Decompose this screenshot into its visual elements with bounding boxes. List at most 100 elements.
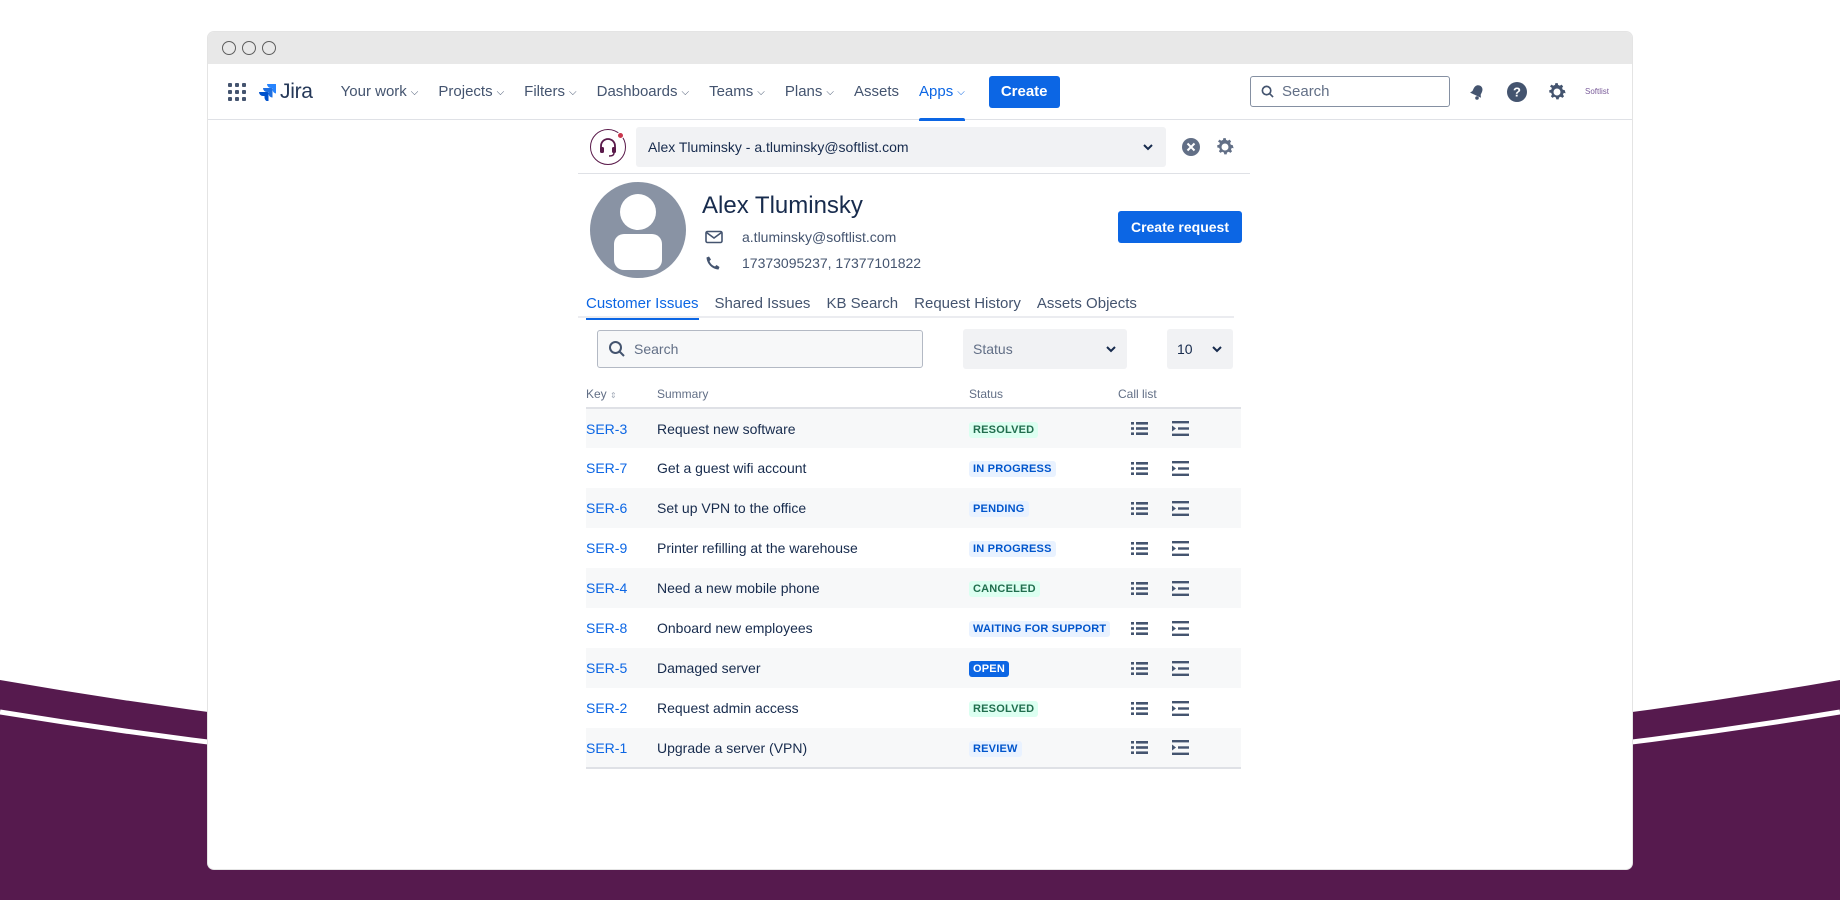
issue-summary-cell: Damaged server <box>657 648 969 688</box>
column-header-key[interactable]: Key ⇕ <box>586 381 657 409</box>
customer-email-line: a.tluminsky@softlist.com <box>702 224 921 250</box>
view-call-list-icon[interactable] <box>1130 739 1149 756</box>
tab-request-history[interactable]: Request History <box>914 288 1021 318</box>
add-to-call-list-icon[interactable] <box>1171 460 1190 477</box>
search-placeholder: Search <box>1282 83 1330 100</box>
page-size-select[interactable]: 10 <box>1167 329 1233 369</box>
issue-key-link[interactable]: SER-3 <box>586 421 627 437</box>
view-call-list-icon[interactable] <box>1130 660 1149 677</box>
customer-select[interactable]: Alex Tluminsky - a.tluminsky@softlist.co… <box>636 126 1166 167</box>
chevron-down-icon: ⌵ <box>496 87 505 98</box>
nav-projects[interactable]: Projects ⌵ <box>438 64 504 120</box>
window-minimize-dot[interactable] <box>242 41 256 55</box>
issue-summary-cell: Need a new mobile phone <box>657 568 969 608</box>
add-to-call-list-icon[interactable] <box>1171 620 1190 637</box>
panel-settings-gear-icon[interactable] <box>1214 136 1236 158</box>
table-row: SER-7 Get a guest wifi account IN PROGRESS <box>586 448 1241 488</box>
table-row: SER-2 Request admin access RESOLVED <box>586 688 1241 728</box>
issue-key-link[interactable]: SER-8 <box>586 620 627 636</box>
nav-label: Assets <box>854 83 900 100</box>
issue-summary: Onboard new employees <box>657 620 813 636</box>
tab-kb-search[interactable]: KB Search <box>826 288 898 318</box>
tab-shared-issues[interactable]: Shared Issues <box>715 288 811 318</box>
nav-dashboards[interactable]: Dashboards ⌵ <box>597 64 689 120</box>
view-call-list-icon[interactable] <box>1130 700 1149 717</box>
issue-key-link[interactable]: SER-1 <box>586 740 627 756</box>
issue-key-link[interactable]: SER-7 <box>586 460 627 476</box>
browser-window: Jira Your work ⌵ Projects ⌵ Filters ⌵ Dashb… <box>208 32 1632 869</box>
issue-key-link[interactable]: SER-4 <box>586 580 627 596</box>
issue-key-link[interactable]: SER-6 <box>586 500 627 516</box>
global-search-input[interactable]: Search <box>1250 76 1450 107</box>
chevron-down-icon <box>1212 346 1222 353</box>
search-icon <box>1261 85 1274 98</box>
jira-logo[interactable]: Jira <box>258 80 313 104</box>
add-to-call-list-icon[interactable] <box>1171 540 1190 557</box>
customer-selector-row: Alex Tluminsky - a.tluminsky@softlist.co… <box>578 120 1250 174</box>
nav-filters[interactable]: Filters ⌵ <box>524 64 576 120</box>
nav-plans[interactable]: Plans ⌵ <box>785 64 834 120</box>
window-close-dot[interactable] <box>222 41 236 55</box>
issue-key-cell: SER-9 <box>586 528 657 568</box>
call-list-cell <box>1118 528 1241 568</box>
add-to-call-list-icon[interactable] <box>1171 580 1190 597</box>
issue-search-input[interactable]: Search <box>597 330 923 368</box>
app-switcher-icon[interactable] <box>228 82 246 101</box>
table-row: SER-8 Onboard new employees WAITING FOR SU… <box>586 608 1241 648</box>
settings-gear-icon[interactable] <box>1544 79 1570 105</box>
issue-key-link[interactable]: SER-2 <box>586 700 627 716</box>
nav-label: Plans <box>784 83 823 100</box>
nav-apps[interactable]: Apps ⌵ <box>919 64 965 121</box>
view-call-list-icon[interactable] <box>1130 460 1149 477</box>
issue-summary-cell: Get a guest wifi account <box>657 448 969 488</box>
table-row: SER-9 Printer refilling at the warehouse I… <box>586 528 1241 568</box>
create-request-button[interactable]: Create request <box>1117 211 1242 243</box>
tab-customer-issues[interactable]: Customer Issues <box>586 288 699 320</box>
issue-status-cell: REVIEW <box>969 728 1118 769</box>
chevron-down-icon: ⌵ <box>826 87 834 98</box>
nav-label: Dashboards <box>596 83 678 100</box>
add-to-call-list-icon[interactable] <box>1171 700 1190 717</box>
window-titlebar <box>208 32 1632 64</box>
status-filter-placeholder: Status <box>973 341 1013 357</box>
help-icon[interactable]: ? <box>1504 79 1530 105</box>
add-to-call-list-icon[interactable] <box>1171 420 1190 437</box>
nav-assets[interactable]: Assets <box>854 64 899 120</box>
view-call-list-icon[interactable] <box>1130 420 1149 437</box>
issue-key-link[interactable]: SER-9 <box>586 540 627 556</box>
chevron-down-icon: ⌵ <box>410 87 419 98</box>
issue-summary: Set up VPN to the office <box>657 500 807 516</box>
headset-icon[interactable] <box>590 128 626 165</box>
user-avatar[interactable]: Softlist <box>1584 79 1610 105</box>
add-to-call-list-icon[interactable] <box>1171 739 1190 756</box>
notification-bell-icon[interactable] <box>1464 79 1490 105</box>
status-badge: IN PROGRESS <box>969 541 1056 557</box>
add-to-call-list-icon[interactable] <box>1171 660 1190 677</box>
create-button[interactable]: Create <box>988 75 1060 108</box>
issue-summary-cell: Onboard new employees <box>657 608 969 648</box>
jira-logo-text: Jira <box>280 79 313 103</box>
view-call-list-icon[interactable] <box>1130 580 1149 597</box>
nav-your-work[interactable]: Your work ⌵ <box>341 64 419 120</box>
view-call-list-icon[interactable] <box>1130 620 1149 637</box>
issue-key-cell: SER-1 <box>586 728 657 769</box>
call-list-cell <box>1118 688 1241 728</box>
jira-logo-icon <box>259 83 276 101</box>
issue-status-cell: OPEN <box>969 648 1118 688</box>
nav-teams[interactable]: Teams ⌵ <box>709 64 765 120</box>
issue-key-link[interactable]: SER-5 <box>586 660 627 676</box>
window-maximize-dot[interactable] <box>262 41 276 55</box>
clear-icon[interactable] <box>1180 136 1202 158</box>
call-list-cell <box>1118 448 1241 488</box>
tab-assets-objects[interactable]: Assets Objects <box>1037 288 1137 318</box>
issue-key-cell: SER-3 <box>586 408 657 448</box>
page-size-value: 10 <box>1177 341 1193 357</box>
status-badge: CANCELED <box>969 581 1040 597</box>
nav-label: Filters <box>524 83 566 100</box>
status-filter-select[interactable]: Status <box>963 329 1127 369</box>
add-to-call-list-icon[interactable] <box>1171 500 1190 517</box>
table-row: SER-6 Set up VPN to the office PENDING <box>586 488 1241 528</box>
view-call-list-icon[interactable] <box>1130 540 1149 557</box>
column-header-summary: Summary <box>657 381 969 409</box>
view-call-list-icon[interactable] <box>1130 500 1149 517</box>
